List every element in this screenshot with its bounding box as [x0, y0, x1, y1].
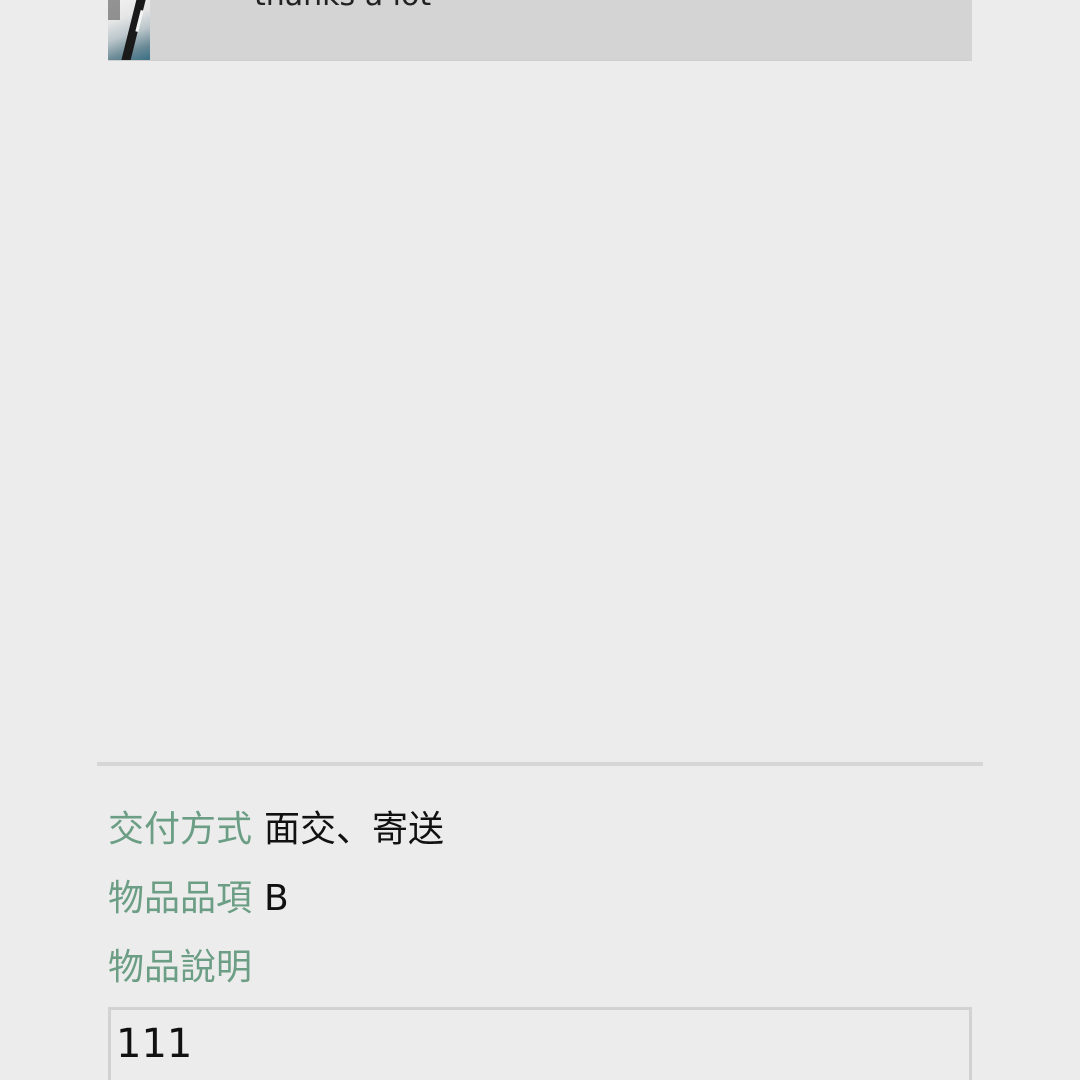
- item-detail-page: thanks a lot 交付方式面交、寄送 物品品項 B 物品說明 111: [0, 0, 1080, 1080]
- section-divider: [97, 762, 983, 766]
- pen-photo-thumbnail-icon[interactable]: [108, 0, 150, 60]
- item-category-value: B: [264, 878, 289, 919]
- item-description-label: 物品說明: [108, 947, 253, 988]
- item-category-row: 物品品項 B: [108, 877, 289, 921]
- item-description-row: 物品說明: [108, 946, 252, 990]
- message-text: thanks a lot: [254, 0, 431, 14]
- item-description-text: 111: [116, 1021, 193, 1067]
- delivery-method-value: 面交、寄送: [264, 809, 445, 850]
- delivery-method-row: 交付方式 面交、寄送: [108, 808, 444, 852]
- message-card[interactable]: thanks a lot: [108, 0, 972, 61]
- pen-shape: [118, 0, 147, 60]
- delivery-method-label: 交付方式: [108, 809, 253, 850]
- thumbnail-shadow: [108, 0, 120, 20]
- item-description-box[interactable]: 111: [108, 1007, 972, 1080]
- item-category-label: 物品品項: [108, 878, 253, 919]
